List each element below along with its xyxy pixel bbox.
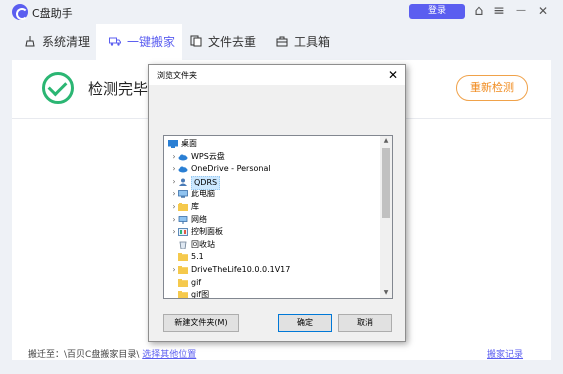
tree-scrollbar[interactable]: ▲ ▼ — [380, 136, 392, 298]
tab-label: 文件去重 — [208, 35, 257, 49]
choose-location-link[interactable]: 选择其他位置 — [142, 350, 196, 360]
cancel-button[interactable]: 取消 — [338, 314, 392, 332]
tree-item-label: QDRS — [191, 175, 221, 191]
tab-one-click-move[interactable]: 一键搬家 — [96, 24, 182, 60]
scroll-down-icon[interactable]: ▼ — [380, 288, 392, 298]
desktop-icon — [168, 140, 178, 148]
expand-chevron-icon[interactable]: › — [170, 188, 178, 201]
ok-button[interactable]: 确定 — [278, 314, 332, 332]
folder-icon — [178, 253, 188, 262]
tree-item[interactable]: › WPS云盘 — [164, 151, 380, 164]
tree-item[interactable]: gif — [164, 277, 380, 290]
control-panel-icon — [178, 228, 188, 237]
move-truck-icon — [109, 37, 121, 46]
tree-item-label: gif — [191, 277, 202, 287]
minimize-icon[interactable]: — — [512, 2, 530, 20]
folder-icon — [178, 291, 188, 298]
expand-chevron-icon[interactable]: › — [170, 151, 178, 164]
tree-item-label: WPS云盘 — [191, 151, 225, 161]
computer-icon — [178, 190, 188, 199]
tree-item-label: OneDrive - Personal — [191, 164, 271, 174]
move-destination: 搬迁至：\百贝C盘搬家目录\ 选择其他位置 — [28, 347, 196, 360]
expand-chevron-icon[interactable]: › — [170, 201, 178, 214]
file-dedupe-icon — [190, 35, 202, 47]
cloud-icon — [178, 165, 188, 173]
expand-chevron-icon[interactable]: › — [170, 264, 178, 277]
app-logo-icon — [12, 4, 28, 20]
tab-label: 工具箱 — [294, 35, 331, 49]
expand-chevron-icon[interactable]: › — [170, 163, 178, 176]
scroll-up-icon[interactable]: ▲ — [380, 136, 392, 146]
title-bar: C盘助手 登录 ⌂ ≡ — ✕ — [0, 0, 563, 24]
expand-chevron-icon[interactable]: › — [170, 214, 178, 227]
tab-label: 系统清理 — [42, 35, 91, 49]
tree-item[interactable]: 桌面 — [164, 138, 380, 151]
recheck-button[interactable]: 重新检测 — [456, 75, 528, 101]
tree-item-label: 控制面板 — [191, 227, 223, 237]
folder-tree[interactable]: gif图 gif › DriveTheLife10.0.0.1V17 5.1 回收站 › 控制… — [163, 135, 393, 299]
tree-item-label: DriveTheLife10.0.0.1V17 — [191, 265, 291, 274]
tree-item-label: 库 — [191, 202, 199, 211]
home-icon[interactable]: ⌂ — [470, 2, 488, 20]
toolbox-icon — [276, 36, 288, 47]
move-history-link[interactable]: 搬家记录 — [487, 347, 523, 360]
dialog-title: 浏览文件夹 — [157, 71, 197, 80]
new-folder-button[interactable]: 新建文件夹(M) — [163, 314, 239, 332]
recycle-bin-icon — [178, 241, 188, 250]
move-destination-label: 搬迁至：\百贝C盘搬家目录\ — [28, 350, 140, 360]
tree-item-label: 桌面 — [181, 139, 197, 148]
tab-file-dedupe[interactable]: 文件去重 — [190, 24, 268, 60]
dialog-close-icon[interactable]: ✕ — [385, 67, 401, 83]
tree-item[interactable]: › OneDrive - Personal — [164, 163, 380, 176]
tree-item[interactable]: › 控制面板 — [164, 226, 380, 239]
tree-item[interactable]: › QDRS — [164, 175, 380, 191]
tree-item-label: 网络 — [191, 214, 207, 224]
main-tabs: 系统清理 一键搬家 文件去重 工具箱 — [0, 24, 563, 60]
system-clean-icon — [25, 36, 35, 47]
tree-item[interactable]: › DriveTheLife10.0.0.1V17 — [164, 264, 380, 277]
folder-icon — [178, 278, 188, 287]
tree-item[interactable]: 5.1 — [164, 251, 380, 264]
browse-folder-dialog: 浏览文件夹 ✕ gif图 gif › DriveTheLife10.0.0.1V17 5… — [148, 64, 406, 342]
app-title: C盘助手 — [32, 7, 73, 20]
tree-item-label: 回收站 — [191, 239, 215, 249]
dialog-title-bar: 浏览文件夹 ✕ — [149, 65, 405, 85]
tree-item-label: gif图 — [191, 290, 210, 299]
check-circle-icon — [42, 72, 74, 104]
tab-system-clean[interactable]: 系统清理 — [24, 24, 96, 60]
tree-item[interactable]: › 库 — [164, 201, 380, 214]
tree-item-label: 5.1 — [191, 252, 204, 262]
tab-toolbox[interactable]: 工具箱 — [276, 24, 342, 60]
tree-item[interactable]: gif图 — [164, 289, 380, 299]
expand-chevron-icon[interactable]: › — [170, 176, 178, 189]
network-icon — [178, 215, 188, 224]
tab-label: 一键搬家 — [127, 35, 176, 49]
user-icon — [178, 178, 188, 186]
library-icon — [178, 203, 188, 211]
expand-chevron-icon[interactable]: › — [170, 226, 178, 239]
login-button[interactable]: 登录 — [409, 4, 465, 19]
scroll-thumb[interactable] — [382, 148, 390, 218]
cloud-icon — [178, 153, 188, 161]
menu-icon[interactable]: ≡ — [490, 2, 508, 20]
tree-item[interactable]: › 网络 — [164, 214, 380, 227]
tree-item[interactable]: 回收站 — [164, 239, 380, 252]
folder-icon — [178, 266, 188, 274]
close-icon[interactable]: ✕ — [534, 2, 552, 20]
